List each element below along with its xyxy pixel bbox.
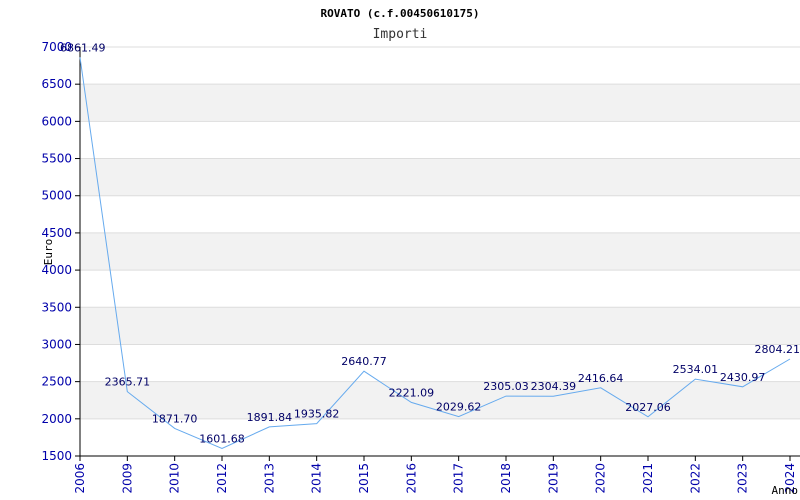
y-tick-label: 5500 xyxy=(41,152,72,166)
data-label: 2534.01 xyxy=(673,363,719,376)
y-tick-label: 3000 xyxy=(41,337,72,351)
x-tick-label: 2022 xyxy=(688,463,702,494)
y-tick-label: 3500 xyxy=(41,300,72,314)
y-tick-label: 4500 xyxy=(41,226,72,240)
x-tick-label: 2013 xyxy=(262,463,276,494)
y-axis-label: Euro xyxy=(42,239,55,266)
data-label: 2416.64 xyxy=(578,372,624,385)
x-tick-label: 2009 xyxy=(120,463,134,494)
x-tick-label: 2012 xyxy=(215,463,229,494)
x-tick-label: 2019 xyxy=(546,463,560,494)
x-tick-label: 2015 xyxy=(357,463,371,494)
data-label: 2221.09 xyxy=(389,386,435,399)
x-tick-label: 2006 xyxy=(73,463,87,494)
grid-band xyxy=(80,232,800,271)
y-tick-label: 6000 xyxy=(41,114,72,128)
y-tick-label: 5000 xyxy=(41,189,72,203)
data-label: 2365.71 xyxy=(105,376,151,389)
data-label: 1891.84 xyxy=(247,411,293,424)
data-label: 1871.70 xyxy=(152,412,198,425)
x-axis-ticks: 2006 2009 2010 2012 2013 2014 2015 2016 2017 2018… xyxy=(73,456,797,494)
x-tick-label: 2018 xyxy=(499,463,513,494)
y-tick-label: 6500 xyxy=(41,77,72,91)
grid-band xyxy=(80,158,800,196)
data-label: 2640.77 xyxy=(341,355,387,368)
x-tick-label: 2020 xyxy=(594,463,608,494)
x-tick-label: 2010 xyxy=(168,463,182,494)
y-tick-label: 2500 xyxy=(41,375,72,389)
data-label: 2430.97 xyxy=(720,371,766,384)
x-tick-label: 2023 xyxy=(736,463,750,494)
data-label: 1601.68 xyxy=(199,432,245,445)
data-label: 2027.06 xyxy=(625,401,671,414)
x-tick-label: 2014 xyxy=(310,463,324,494)
grid-band xyxy=(80,307,800,345)
data-label: 2029.62 xyxy=(436,401,482,414)
chart-subtitle: Importi xyxy=(373,27,428,42)
x-tick-label: 2017 xyxy=(452,463,466,494)
data-label: 2305.03 xyxy=(483,380,529,393)
y-tick-label: 2000 xyxy=(41,412,72,426)
data-label: 2304.39 xyxy=(531,380,577,393)
data-label: 6861.49 xyxy=(60,41,106,54)
chart-title: ROVATO (c.f.00450610175) xyxy=(321,7,480,20)
y-tick-label: 1500 xyxy=(41,449,72,463)
x-tick-label: 2021 xyxy=(641,463,655,494)
x-tick-label: 2016 xyxy=(404,463,418,494)
data-label: 2804.21 xyxy=(755,343,800,356)
grid-band xyxy=(80,84,800,122)
x-axis-label: Anno xyxy=(772,484,799,497)
data-label: 1935.82 xyxy=(294,408,340,421)
line-chart: 1500200025003000350040004500500055006000… xyxy=(41,7,800,497)
